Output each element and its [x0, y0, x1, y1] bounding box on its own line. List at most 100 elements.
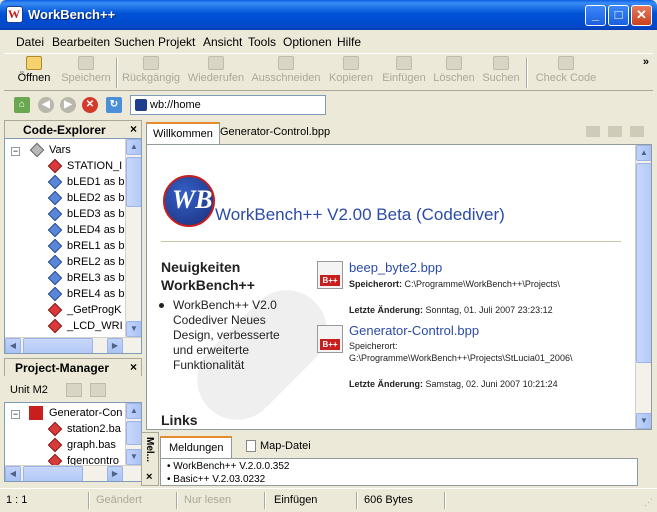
red-cube-icon [47, 421, 63, 437]
delete-button[interactable]: Löschen [432, 56, 476, 90]
scroll-up-icon[interactable]: ▲ [126, 403, 141, 419]
project-manager-close-icon[interactable]: × [130, 360, 137, 374]
scroll-up-icon[interactable]: ▲ [636, 145, 651, 161]
bpp-file-icon: B++ [317, 325, 343, 353]
save-button[interactable]: Speichern [58, 56, 114, 90]
welcome-vscrollbar[interactable]: ▲ ▼ [635, 145, 651, 429]
menu-projekt[interactable]: Projekt [158, 35, 195, 49]
address-value: wb://home [150, 99, 201, 111]
project-manager-hscrollbar[interactable]: ◀ ▶ [5, 465, 141, 481]
recent-file-link[interactable]: Generator-Control.bpp [349, 323, 479, 338]
scroll-down-icon[interactable]: ▼ [126, 321, 141, 337]
search-button[interactable]: Suchen [480, 56, 522, 90]
tab-generator-control[interactable]: Generator-Control.bpp [214, 122, 336, 144]
cut-button[interactable]: Ausschneiden [250, 56, 322, 90]
back-icon[interactable]: ◀ [38, 97, 54, 113]
copy-button[interactable]: Kopieren [326, 56, 376, 90]
project-manager-header: Project-Manager × [4, 358, 142, 376]
scroll-thumb[interactable] [636, 163, 651, 363]
bullet-icon [159, 303, 164, 308]
redo-button[interactable]: Wiederufen [185, 56, 247, 90]
red-cube-icon [47, 158, 63, 174]
menu-datei[interactable]: Datei [16, 35, 44, 49]
scroll-thumb[interactable] [126, 157, 141, 207]
tab-map-datei[interactable]: Map-Datei [238, 436, 319, 458]
forward-icon[interactable]: ▶ [60, 97, 76, 113]
scroll-thumb[interactable] [23, 466, 83, 481]
remove-unit-icon[interactable] [90, 383, 106, 397]
project-manager-vscrollbar[interactable]: ▲ ▼ [125, 403, 141, 465]
address-input[interactable]: wb://home [130, 95, 326, 115]
tree-item[interactable]: _GetProgK [5, 302, 125, 319]
scroll-thumb[interactable] [23, 338, 93, 353]
menu-tools[interactable]: Tools [248, 35, 276, 49]
code-explorer-vscrollbar[interactable]: ▲ ▼ [125, 139, 141, 337]
tree-item[interactable]: bREL4 as b [5, 286, 125, 303]
menu-bearbeiten[interactable]: Bearbeiten [52, 35, 110, 49]
messages-close-icon[interactable]: × [146, 471, 152, 483]
check-code-button[interactable]: Check Code [534, 56, 598, 90]
status-separator [356, 492, 358, 509]
tree-item[interactable]: bLED2 as b [5, 190, 125, 207]
unit-label[interactable]: Unit M2 [10, 384, 48, 396]
tab-close-icon[interactable] [630, 126, 644, 137]
collapse-icon[interactable]: − [11, 147, 20, 156]
scroll-down-icon[interactable]: ▼ [636, 413, 651, 429]
tree-node-vars[interactable]: − Vars [5, 142, 125, 159]
tree-item[interactable]: bREL2 as b [5, 254, 125, 271]
document-icon [246, 440, 256, 453]
project-manager-title: Project-Manager [15, 361, 110, 375]
scroll-thumb[interactable] [126, 421, 141, 445]
tree-item[interactable]: STATION_I [5, 158, 125, 175]
code-explorer-hscrollbar[interactable]: ◀ ▶ [5, 337, 141, 353]
code-explorer-close-icon[interactable]: × [130, 122, 137, 136]
maximize-button[interactable]: □ [608, 5, 629, 26]
title-bar[interactable]: W WorkBench++ _ □ ✕ [0, 0, 657, 30]
minimize-button[interactable]: _ [585, 5, 606, 26]
scroll-right-icon[interactable]: ▶ [107, 338, 123, 353]
menu-ansicht[interactable]: Ansicht [203, 35, 242, 49]
redo-label: Wiederufen [187, 72, 245, 84]
tab-willkommen[interactable]: Willkommen [146, 122, 220, 144]
recent-file-link[interactable]: beep_byte2.bpp [349, 260, 442, 275]
tree-item[interactable]: bLED1 as b [5, 174, 125, 191]
open-button[interactable]: Öffnen [12, 56, 56, 90]
cut-icon [278, 56, 294, 70]
tree-label: Generator-Con [49, 407, 123, 419]
menu-hilfe[interactable]: Hilfe [337, 35, 361, 49]
menu-suchen[interactable]: Suchen [114, 35, 155, 49]
scroll-right-icon[interactable]: ▶ [107, 466, 123, 481]
paste-button[interactable]: Einfügen [379, 56, 429, 90]
tree-label: bREL1 as b [67, 240, 125, 252]
scroll-left-icon[interactable]: ◀ [5, 466, 21, 481]
tree-item[interactable]: bREL1 as b [5, 238, 125, 255]
tree-item[interactable]: _LCD_WRI [5, 318, 125, 335]
log-line: • WorkBench++ V.2.0.0.352 [167, 461, 290, 472]
add-unit-icon[interactable] [66, 383, 82, 397]
tree-item[interactable]: bLED3 as b [5, 206, 125, 223]
home-icon[interactable]: ⌂ [14, 97, 30, 113]
tree-item[interactable]: bLED4 as b [5, 222, 125, 239]
refresh-icon[interactable]: ↻ [106, 97, 122, 113]
tree-item[interactable]: station2.ba [5, 421, 125, 438]
tab-meldungen[interactable]: Meldungen [160, 436, 233, 458]
tree-node-project[interactable]: − Generator-Con [5, 406, 125, 422]
tab-next-icon[interactable] [608, 126, 622, 137]
tree-label: graph.bas [67, 439, 116, 451]
toolbar-overflow-chevron[interactable]: » [643, 56, 649, 68]
stop-icon[interactable]: ✕ [82, 97, 98, 113]
collapse-icon[interactable]: − [11, 410, 20, 419]
blue-cube-icon [47, 206, 63, 222]
resize-grip-icon[interactable]: ⋰ [644, 497, 653, 508]
delete-label: Löschen [433, 72, 475, 84]
tree-item[interactable]: graph.bas [5, 437, 125, 454]
menu-optionen[interactable]: Optionen [283, 35, 332, 49]
undo-button[interactable]: Rückgängig [120, 56, 182, 90]
scroll-up-icon[interactable]: ▲ [126, 139, 141, 155]
copy-icon [343, 56, 359, 70]
close-button[interactable]: ✕ [631, 5, 652, 26]
tree-item[interactable]: bREL3 as b [5, 270, 125, 287]
tab-prev-icon[interactable] [586, 126, 600, 137]
scroll-left-icon[interactable]: ◀ [5, 338, 21, 353]
scroll-down-icon[interactable]: ▼ [126, 449, 141, 465]
